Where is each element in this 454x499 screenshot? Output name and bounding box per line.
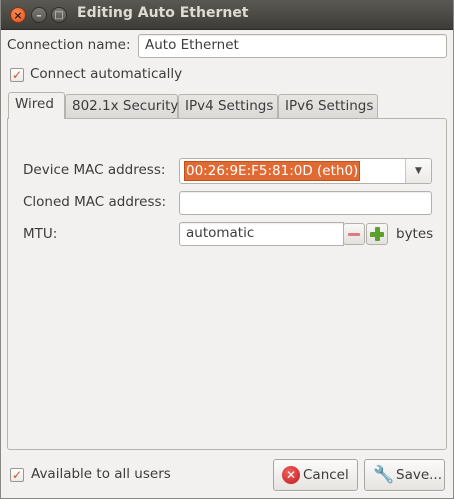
mtu-label: MTU: [23, 226, 58, 242]
cancel-button-label: Cancel [303, 467, 349, 483]
tab-8021x-security-label: 802.1x Security [72, 98, 179, 114]
cloned-mac-label: Cloned MAC address: [23, 194, 167, 210]
cancel-button[interactable]: ✕ Cancel [273, 459, 358, 491]
window-title: Editing Auto Ethernet [77, 5, 249, 21]
tab-ipv4-settings-label: IPv4 Settings [185, 98, 274, 114]
minimize-icon[interactable]: – [31, 7, 47, 23]
device-mac-label: Device MAC address: [23, 162, 166, 178]
cloned-mac-field[interactable] [179, 191, 432, 215]
mtu-unit-label: bytes [396, 226, 434, 242]
tab-ipv6-settings[interactable]: IPv6 Settings [278, 94, 378, 118]
title-bar: × – □ Editing Auto Ethernet [1, 0, 453, 30]
mtu-field[interactable]: automatic [179, 222, 344, 246]
connect-automatically-label[interactable]: Connect automatically [30, 66, 182, 82]
available-to-all-users-label[interactable]: Available to all users [31, 466, 171, 482]
tab-wired-label: Wired [15, 96, 54, 112]
tab-ipv6-settings-label: IPv6 Settings [285, 98, 374, 114]
save-button-label: Save... [396, 467, 443, 483]
tab-8021x-security[interactable]: 802.1x Security [65, 94, 178, 118]
mtu-decrement-button[interactable] [343, 223, 365, 245]
dropdown-arrow-icon[interactable]: ▼ [405, 159, 431, 183]
save-button[interactable]: 🔧 Save... [364, 459, 445, 491]
minus-icon [348, 233, 360, 236]
device-mac-combobox[interactable]: 00:26:9E:F5:81:0D (eth0) ▼ [179, 158, 432, 184]
close-icon[interactable]: × [10, 7, 26, 23]
tab-ipv4-settings[interactable]: IPv4 Settings [178, 94, 278, 118]
cancel-icon: ✕ [282, 466, 300, 484]
device-mac-selected-text: 00:26:9E:F5:81:0D (eth0) [183, 161, 361, 181]
connection-editor-window: × – □ Editing Auto Ethernet Connection n… [0, 0, 454, 499]
tab-wired[interactable]: Wired [8, 92, 65, 119]
key-icon: 🔧 [373, 465, 395, 485]
connection-name-label: Connection name: [7, 37, 131, 53]
connect-automatically-checkbox[interactable]: ✓ [10, 68, 24, 82]
mtu-increment-button[interactable] [366, 223, 388, 245]
connection-name-field[interactable]: Auto Ethernet [138, 34, 447, 58]
device-mac-value[interactable]: 00:26:9E:F5:81:0D (eth0) [182, 161, 363, 181]
available-to-all-users-checkbox[interactable]: ✓ [10, 468, 24, 482]
maximize-icon[interactable]: □ [51, 7, 67, 23]
